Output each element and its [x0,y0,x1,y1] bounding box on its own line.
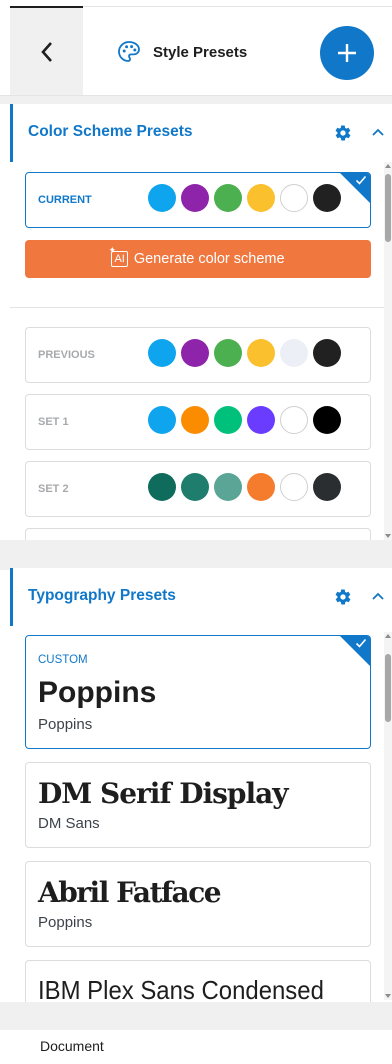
color-swatch [313,473,341,501]
color-swatch [313,406,341,434]
scroll-down-arrow[interactable] [385,994,391,998]
color-swatch [313,184,341,212]
page-title: Style Presets [153,43,248,61]
section-gap [0,1002,392,1030]
heading-font-name: Poppins [38,676,157,709]
color-preset-previous[interactable]: PREVIOUS [25,327,371,383]
heading-font-name: DM Serif Display [38,777,289,810]
body-font-name: Poppins [38,914,93,931]
color-swatch [214,184,242,212]
typography-preset-custom[interactable]: CUSTOM Poppins Poppins [25,635,371,749]
scroll-up-arrow[interactable] [385,164,391,168]
checkmark-icon [355,175,367,185]
scroll-up-arrow[interactable] [385,634,391,638]
panel-divider [10,307,384,308]
color-swatch [181,184,209,212]
typography-preset-dm-serif[interactable]: DM Serif Display DM Sans [25,762,371,848]
back-button[interactable] [10,6,83,95]
typography-scrollbar[interactable] [384,632,392,1000]
color-swatch [181,406,209,434]
color-swatch [280,406,308,434]
footer-bar: Document [0,1030,392,1064]
header-divider [83,6,392,7]
section-accent [10,568,13,626]
color-section-header[interactable]: Color Scheme Presets [10,104,392,163]
generate-button-label: Generate color scheme [133,251,285,267]
color-swatch [148,473,176,501]
heading-font-name: Abril Fatface [38,876,222,909]
color-swatch [280,339,308,367]
color-swatch [280,184,308,212]
body-font-name: Poppins [38,716,93,733]
preset-label: CURRENT [38,194,92,206]
color-swatch [181,473,209,501]
typography-preset-ibm-plex[interactable]: IBM Plex Sans Condensed [25,960,371,1002]
preset-label: CUSTOM [38,654,88,666]
body-font-name: DM Sans [38,815,100,832]
scroll-down-arrow[interactable] [385,534,391,538]
swatch-row [148,473,341,501]
color-preset-set-1[interactable]: SET 1 [25,394,371,450]
color-swatch [148,406,176,434]
swatch-row [148,406,341,434]
heading-font-name: IBM Plex Sans Condensed [38,975,324,1002]
color-section-title: Color Scheme Presets [28,123,193,140]
scroll-thumb[interactable] [385,174,391,242]
typography-section-title: Typography Presets [28,587,176,604]
color-preset-more[interactable] [25,528,371,540]
color-swatch [280,473,308,501]
color-preset-current[interactable]: CURRENT [25,172,371,228]
header: Style Presets [0,0,392,96]
chevron-up-icon[interactable] [371,589,385,603]
color-swatch [313,339,341,367]
color-preset-set-2[interactable]: SET 2 [25,461,371,517]
add-preset-button[interactable] [320,26,374,80]
document-tab[interactable]: Document [40,1038,104,1054]
section-gap [0,540,392,570]
palette-icon [118,41,140,62]
color-swatch [247,339,275,367]
plus-icon [338,44,356,62]
color-swatch [181,339,209,367]
color-presets-panel: CURRENT ✦ AI Generate color scheme PREVI… [10,162,392,540]
swatch-row [148,339,341,367]
preset-label: PREVIOUS [38,349,95,361]
scroll-thumb[interactable] [385,654,391,722]
color-swatch [247,406,275,434]
typography-presets-panel: CUSTOM Poppins Poppins DM Serif Display … [10,626,392,1002]
swatch-row [148,184,341,212]
color-swatch [148,339,176,367]
gear-icon[interactable] [334,588,352,606]
color-swatch [247,473,275,501]
preset-label: SET 2 [38,483,69,495]
color-swatch [148,184,176,212]
gear-icon[interactable] [334,124,352,142]
generate-color-scheme-button[interactable]: ✦ AI Generate color scheme [25,240,371,278]
header-title-group: Style Presets [117,40,247,64]
color-swatch [214,339,242,367]
typography-preset-abril[interactable]: Abril Fatface Poppins [25,861,371,947]
section-gap [0,96,392,104]
chevron-up-icon[interactable] [371,125,385,139]
checkmark-icon [355,638,367,648]
preset-label: SET 1 [38,416,69,428]
typography-section-header[interactable]: Typography Presets [10,568,392,627]
color-swatch [247,184,275,212]
color-swatch [214,406,242,434]
color-scrollbar[interactable] [384,162,392,540]
chevron-left-icon [40,41,52,62]
ai-sparkle-icon: ✦ AI [108,245,128,267]
section-accent [10,104,13,162]
color-swatch [214,473,242,501]
